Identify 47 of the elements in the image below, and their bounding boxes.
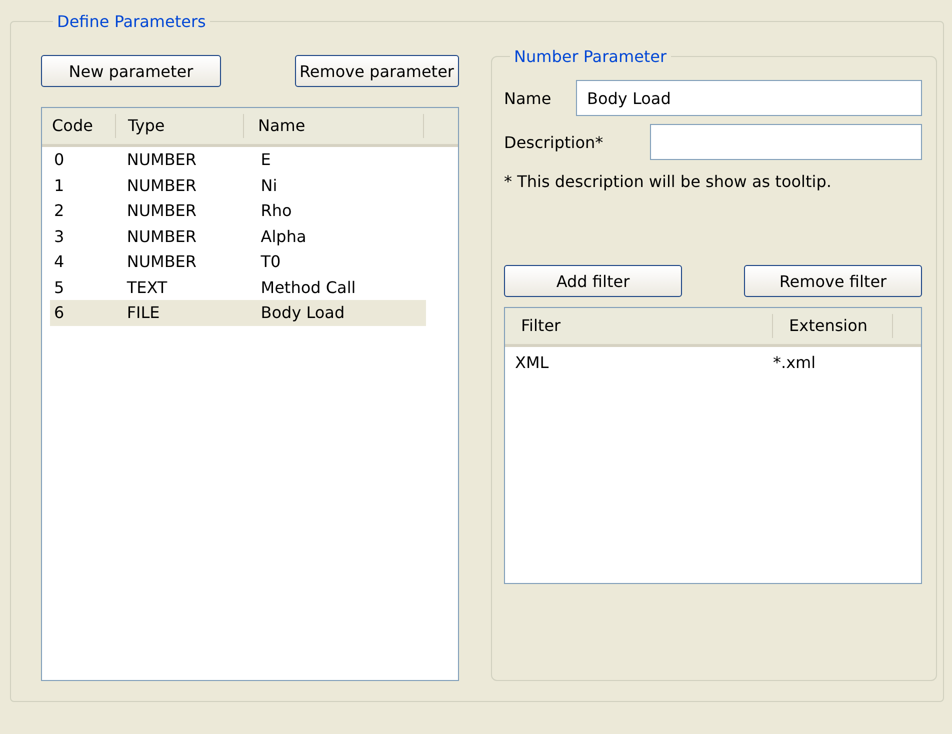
table-row[interactable]: 4 NUMBER T0	[50, 249, 426, 274]
table-cell-text: 6	[53, 303, 66, 322]
table-cell-text: NUMBER	[126, 226, 198, 246]
table-cell-text: 3	[53, 226, 66, 246]
table-cell-text: 5	[53, 278, 66, 297]
column-header[interactable]: Name	[244, 114, 424, 138]
table-cell-text: E	[260, 150, 272, 170]
filter-button[interactable]: Remove filter	[744, 265, 922, 297]
table-cell-text: NUMBER	[126, 150, 198, 170]
table-cell-text: T0	[260, 252, 282, 272]
table-row[interactable]: 2 NUMBER Rho	[50, 198, 426, 224]
table-cell-text: NUMBER	[126, 176, 198, 195]
table-row[interactable]: 0 NUMBER E	[50, 147, 426, 172]
filter-button[interactable]: Add filter	[504, 265, 682, 297]
table-cell-text: 2	[53, 201, 66, 220]
table-cell-text: TEXT	[126, 278, 168, 297]
table-cell-text: 4	[53, 252, 66, 272]
field-label: Name	[504, 88, 552, 108]
table-cell-text: Ni	[260, 176, 278, 195]
table-cell-text: FILE	[126, 303, 161, 322]
table-cell-text: *.xml	[773, 352, 817, 372]
table-row[interactable]: 3 NUMBER Alpha	[50, 224, 426, 249]
table-row[interactable]: XML *.xml	[505, 347, 921, 377]
action-button[interactable]: Remove parameter	[294, 55, 459, 87]
table-row[interactable]: 6 FILE Body Load	[50, 300, 426, 326]
table-cell-text: 1	[53, 176, 66, 195]
table-cell-text: Alpha	[260, 226, 308, 246]
table-cell-text: Body Load	[260, 303, 346, 322]
table-row[interactable]: 5 TEXT Method Call	[50, 274, 426, 300]
panel-title: Number Parameter	[513, 47, 668, 66]
table-cell-text: Method Call	[260, 278, 357, 297]
column-header[interactable]: Extension	[773, 314, 893, 338]
description-field[interactable]	[650, 124, 922, 160]
table-cell-text: NUMBER	[126, 201, 198, 220]
table-row[interactable]: 1 NUMBER Ni	[50, 172, 426, 198]
column-header[interactable]: Type	[116, 114, 244, 138]
group-title: Define Parameters	[56, 12, 207, 31]
table-cell-text: NUMBER	[126, 252, 198, 272]
column-header[interactable]: Code	[42, 114, 116, 138]
column-header[interactable]: Filter	[505, 314, 773, 338]
table-cell-text: Rho	[260, 201, 293, 220]
hint-text: * This description will be show as tooltip.	[504, 172, 832, 191]
table-cell-text: 0	[53, 150, 66, 170]
name-field[interactable]: Body Load	[576, 80, 922, 116]
table-cell-text: XML	[514, 352, 550, 372]
field-label: Description*	[504, 132, 604, 152]
action-button[interactable]: New parameter	[41, 55, 221, 87]
